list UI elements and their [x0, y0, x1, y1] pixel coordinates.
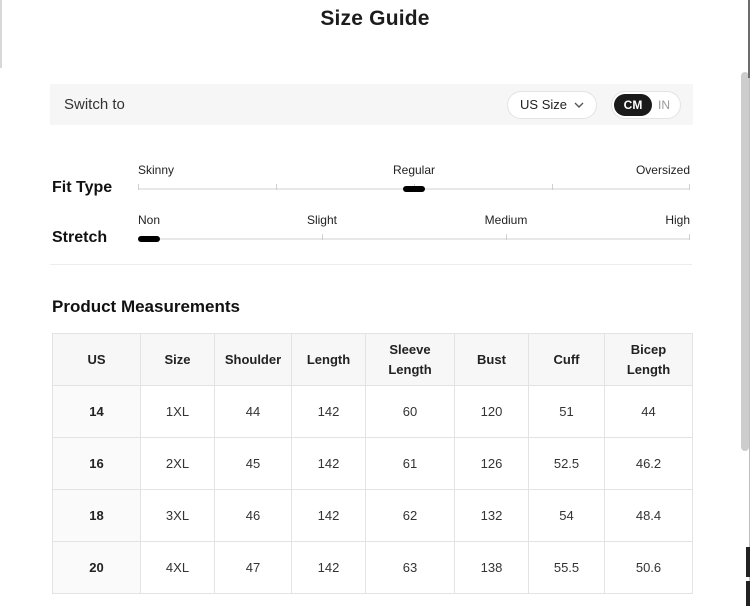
stretch-track	[138, 238, 690, 240]
measurement-cell: 44	[215, 386, 292, 438]
measurement-cell: 46.2	[605, 438, 693, 490]
tick	[138, 184, 139, 190]
section-divider	[50, 264, 692, 265]
unit-option-cm[interactable]: CM	[614, 94, 652, 116]
size-standard-dropdown[interactable]: US Size	[507, 91, 597, 119]
col-header-us: US	[53, 334, 141, 386]
product-measurements-heading: Product Measurements	[52, 297, 240, 317]
measurement-cell: 138	[455, 542, 529, 594]
measurement-cell: 126	[455, 438, 529, 490]
measurement-cell: 45	[215, 438, 292, 490]
measurements-table: US Size Shoulder Length Sleeve Length Bu…	[52, 333, 693, 594]
measurement-cell: 61	[366, 438, 455, 490]
stretch-slider: Non Slight Medium High	[138, 213, 690, 240]
measurement-cell: 51	[529, 386, 605, 438]
measurement-cell: 50.6	[605, 542, 693, 594]
measurement-cell: 4XL	[141, 542, 215, 594]
tick	[322, 234, 323, 240]
fit-label-skinny: Skinny	[138, 163, 174, 177]
col-header-bust: Bust	[455, 334, 529, 386]
fit-type-track	[138, 188, 690, 190]
measurement-cell: 142	[292, 438, 366, 490]
stretch-marker[interactable]	[138, 236, 160, 242]
measurement-cell: 52.5	[529, 438, 605, 490]
fit-type-marker[interactable]	[403, 186, 425, 192]
tick	[552, 184, 553, 190]
table-row: 141XL44142601205144	[53, 386, 693, 438]
table-header-row: US Size Shoulder Length Sleeve Length Bu…	[53, 334, 693, 386]
table-row: 162XL451426112652.546.2	[53, 438, 693, 490]
scrollbar-thumb[interactable]	[741, 72, 749, 451]
measurement-cell: 60	[366, 386, 455, 438]
us-size-cell: 16	[53, 438, 141, 490]
switch-to-label: Switch to	[64, 96, 125, 113]
measurement-cell: 142	[292, 386, 366, 438]
measurement-cell: 48.4	[605, 490, 693, 542]
col-header-cuff: Cuff	[529, 334, 605, 386]
measurement-cell: 44	[605, 386, 693, 438]
size-guide-modal: Size Guide Switch to US Size CM IN Fit T…	[0, 0, 750, 606]
table-row: 183XL46142621325448.4	[53, 490, 693, 542]
stretch-scale-labels: Non Slight Medium High	[138, 213, 690, 227]
background-content-fragment	[746, 547, 750, 577]
stretch-label-non: Non	[138, 213, 160, 227]
measurement-cell: 142	[292, 542, 366, 594]
tick	[689, 234, 690, 240]
background-content-fragment	[746, 581, 750, 606]
measurements-table-body: 141XL44142601205144162XL451426112652.546…	[53, 386, 693, 594]
fit-type-slider: Skinny Regular Oversized	[138, 163, 690, 190]
col-header-bicep-length: Bicep Length	[605, 334, 693, 386]
us-size-cell: 18	[53, 490, 141, 542]
measurement-cell: 55.5	[529, 542, 605, 594]
stretch-label-medium: Medium	[485, 213, 528, 227]
measurement-cell: 3XL	[141, 490, 215, 542]
us-size-cell: 20	[53, 542, 141, 594]
col-header-shoulder: Shoulder	[215, 334, 292, 386]
measurement-cell: 132	[455, 490, 529, 542]
unit-option-in[interactable]: IN	[652, 98, 680, 112]
measurement-cell: 62	[366, 490, 455, 542]
tick	[506, 234, 507, 240]
page-title: Size Guide	[0, 7, 750, 31]
unit-toggle[interactable]: CM IN	[611, 91, 681, 119]
measurement-cell: 1XL	[141, 386, 215, 438]
chevron-down-icon	[574, 102, 584, 108]
col-header-size: Size	[141, 334, 215, 386]
col-header-length: Length	[292, 334, 366, 386]
stretch-label-slight: Slight	[307, 213, 337, 227]
measurement-cell: 142	[292, 490, 366, 542]
stretch-label-high: High	[665, 213, 690, 227]
measurement-cell: 46	[215, 490, 292, 542]
measurement-cell: 47	[215, 542, 292, 594]
measurement-cell: 2XL	[141, 438, 215, 490]
fit-label-regular: Regular	[393, 163, 435, 177]
size-standard-value: US Size	[520, 97, 567, 112]
us-size-cell: 14	[53, 386, 141, 438]
table-row: 204XL471426313855.550.6	[53, 542, 693, 594]
stretch-label: Stretch	[52, 229, 107, 247]
col-header-sleeve-length: Sleeve Length	[366, 334, 455, 386]
fit-label-oversized: Oversized	[636, 163, 690, 177]
measurement-cell: 63	[366, 542, 455, 594]
measurement-cell: 54	[529, 490, 605, 542]
tick	[689, 184, 690, 190]
switch-to-bar: Switch to US Size CM IN	[50, 84, 693, 125]
fit-type-label: Fit Type	[52, 179, 112, 197]
tick	[276, 184, 277, 190]
measurement-cell: 120	[455, 386, 529, 438]
fit-type-scale-labels: Skinny Regular Oversized	[138, 163, 690, 177]
window-left-edge	[0, 0, 2, 68]
